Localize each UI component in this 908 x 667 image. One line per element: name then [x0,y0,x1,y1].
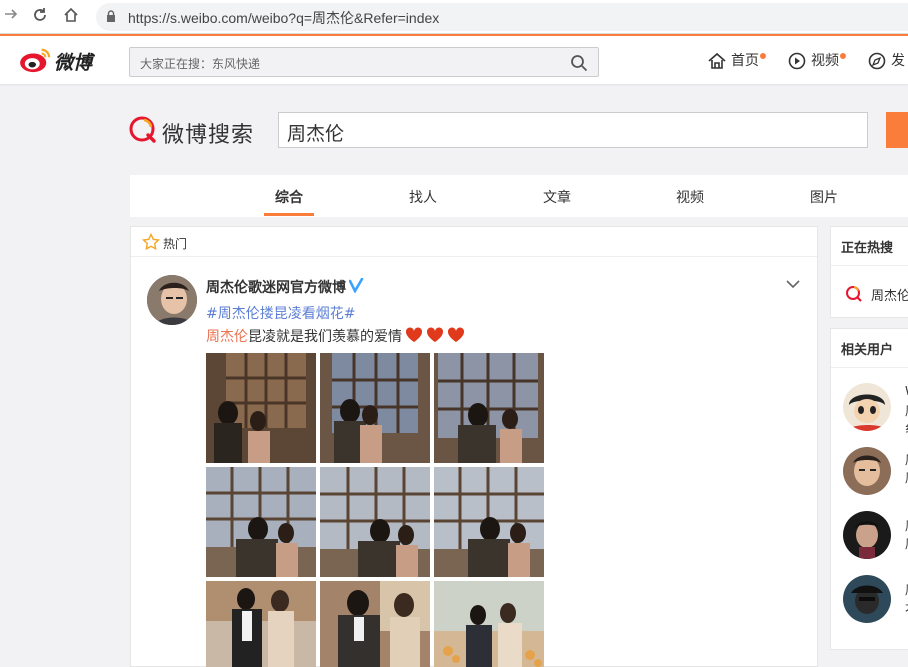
nav-video-label: 视频 [811,53,839,69]
post-photo[interactable] [434,467,544,577]
tab-videos[interactable]: 视频 [676,187,704,207]
related-users-panel: 相关用户 W 周 纟 周 周 周 周 周 才 [830,328,908,650]
result-tabs: 综合 找人 文章 视频 图片 [130,175,908,217]
search-query: 周杰伦 [287,123,345,145]
search-title: 微博搜索 [162,123,255,148]
avatar[interactable] [843,575,891,623]
post-topic-link[interactable]: #周杰伦搂昆凌看烟花# [206,303,355,323]
post-photo[interactable] [434,353,544,463]
avatar[interactable] [147,275,197,325]
active-tab-indicator [264,213,314,216]
tab-people[interactable]: 找人 [409,187,437,207]
video-icon [788,52,806,70]
lock-icon [107,10,115,22]
url-text: https://s.weibo.com/weibo?q=周杰伦&Refer=in… [128,10,440,26]
mention-link[interactable]: 周杰伦 [206,329,248,345]
reload-icon[interactable] [29,6,51,28]
post-card: 热门 周杰伦歌迷网官方微博 #周杰伦搂昆凌看烟花# 周杰伦昆凌就是我们羡慕的爱情 [130,226,818,667]
post-photo[interactable] [320,353,430,463]
post-photo[interactable] [434,581,544,667]
compass-icon [868,52,886,70]
post-username[interactable]: 周杰伦歌迷网官方微博 [206,277,346,297]
hot-label: 热门 [163,237,188,251]
weibo-header: 微博 大家正在搜：东风快递 首页 视频 发 [0,34,908,84]
nav-home[interactable]: 首页 [707,50,766,72]
top-search-input[interactable]: 大家正在搜：东风快递 [129,47,599,77]
search-icon[interactable] [570,54,588,72]
weibo-logo-text[interactable]: 微博 [54,48,92,75]
post-photo[interactable] [320,581,430,667]
avatar[interactable] [843,447,891,495]
tab-images[interactable]: 图片 [810,187,838,207]
heart-emoji-icon [447,327,465,342]
notification-dot [840,53,846,59]
related-users-title: 相关用户 [841,343,894,358]
heart-emoji-icon [405,327,423,342]
hot-search-panel: 正在热搜 周杰伦 [830,226,908,318]
nav-video[interactable]: 视频 [787,50,846,72]
address-bar[interactable]: https://s.weibo.com/weibo?q=周杰伦&Refer=in… [96,3,908,31]
weibo-search-logo-icon [846,286,862,302]
nav-home-label: 首页 [731,53,759,69]
post-photo[interactable] [320,467,430,577]
weibo-search-logo-icon [129,116,156,143]
forward-arrow-icon[interactable] [0,6,22,28]
chevron-down-icon[interactable] [786,279,800,289]
browser-toolbar: https://s.weibo.com/weibo?q=周杰伦&Refer=in… [0,0,908,34]
avatar[interactable] [843,383,891,431]
nav-discover[interactable]: 发 [867,50,905,72]
post-body: 昆凌就是我们羡慕的爱情 [248,329,402,345]
post-photo[interactable] [206,467,316,577]
top-search-placeholder: 大家正在搜：东风快递 [140,57,261,71]
divider [831,367,908,368]
search-button[interactable] [886,112,908,148]
post-photo[interactable] [206,581,316,667]
notification-dot [760,53,766,59]
star-icon [142,233,160,251]
avatar[interactable] [843,511,891,559]
divider [831,265,908,266]
hot-search-title: 正在热搜 [841,241,894,256]
home-icon[interactable] [60,6,82,28]
main-search-input[interactable]: 周杰伦 [278,112,868,148]
post-text: 周杰伦昆凌就是我们羡慕的爱情 [206,326,465,346]
verified-icon [349,278,364,293]
weibo-logo-icon[interactable] [18,46,54,74]
hot-section-header: 热门 [131,227,817,257]
hot-search-item[interactable]: 周杰伦 [871,285,908,304]
tab-articles[interactable]: 文章 [543,187,571,207]
post-photo[interactable] [206,353,316,463]
nav-discover-label: 发 [891,53,905,69]
tab-comprehensive[interactable]: 综合 [275,187,303,207]
home-icon [708,52,726,69]
heart-emoji-icon [426,327,444,342]
